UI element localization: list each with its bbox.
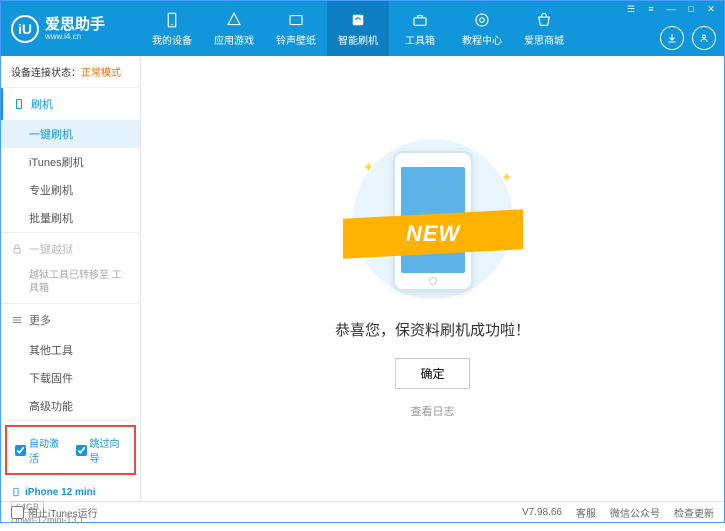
block-itunes-checkbox[interactable] xyxy=(11,506,24,519)
nav-tabs: 我的设备 应用游戏 铃声壁纸 智能刷机 工具箱 教程中心 爱思商城 xyxy=(141,1,575,56)
block-itunes-option[interactable]: 阻止iTunes运行 xyxy=(11,505,98,520)
tab-label: 我的设备 xyxy=(152,32,192,47)
status-label: 设备连接状态： xyxy=(11,68,81,79)
maximize-button[interactable]: □ xyxy=(684,3,698,15)
app-header: iU 爱思助手 www.i4.cn 我的设备 应用游戏 铃声壁纸 智能刷机 工具… xyxy=(1,1,724,56)
tutorial-icon xyxy=(473,11,491,29)
tab-label: 应用游戏 xyxy=(214,32,254,47)
logo-area: iU 爱思助手 www.i4.cn xyxy=(1,15,141,43)
view-log-link[interactable]: 查看日志 xyxy=(411,403,455,419)
flash-options: 自动激活 跳过向导 xyxy=(5,425,136,475)
app-url: www.i4.cn xyxy=(45,32,105,41)
user-icon xyxy=(698,32,710,44)
apps-icon xyxy=(225,11,243,29)
app-name: 爱思助手 xyxy=(45,17,105,32)
flash-icon xyxy=(349,11,367,29)
sidebar-item-itunes-flash[interactable]: iTunes刷机 xyxy=(1,148,140,176)
logo-icon: iU xyxy=(11,15,39,43)
ribbon-text: NEW xyxy=(405,221,459,247)
tab-tutorial[interactable]: 教程中心 xyxy=(451,1,513,56)
sidebar-section-more[interactable]: 更多 xyxy=(1,304,140,336)
tab-store[interactable]: 爱思商城 xyxy=(513,1,575,56)
sidebar: 设备连接状态：正常模式 刷机 一键刷机 iTunes刷机 专业刷机 批量刷机 一… xyxy=(1,56,141,501)
list-icon xyxy=(11,314,23,326)
section-title: 刷机 xyxy=(31,96,53,112)
user-button[interactable] xyxy=(692,26,716,50)
sidebar-item-oneclick-flash[interactable]: 一键刷机 xyxy=(1,120,140,148)
service-link[interactable]: 客服 xyxy=(576,505,596,520)
tab-toolbox[interactable]: 工具箱 xyxy=(389,1,451,56)
tab-label: 铃声壁纸 xyxy=(276,32,316,47)
tab-label: 工具箱 xyxy=(405,32,435,47)
phone-icon xyxy=(13,98,25,110)
confirm-button[interactable]: 确定 xyxy=(395,358,469,389)
block-itunes-label: 阻止iTunes运行 xyxy=(28,505,98,520)
tab-flash[interactable]: 智能刷机 xyxy=(327,1,389,56)
option-label: 自动激活 xyxy=(29,435,66,465)
sidebar-item-download-firmware[interactable]: 下载固件 xyxy=(1,364,140,392)
tab-ringtone[interactable]: 铃声壁纸 xyxy=(265,1,327,56)
connection-status: 设备连接状态：正常模式 xyxy=(1,56,140,88)
sidebar-item-batch-flash[interactable]: 批量刷机 xyxy=(1,204,140,232)
menu-button[interactable]: ≡ xyxy=(644,3,658,15)
skip-guide-checkbox[interactable] xyxy=(76,445,87,456)
device-icon xyxy=(163,11,181,29)
section-title: 更多 xyxy=(29,312,51,328)
success-message: 恭喜您，保资料刷机成功啦！ xyxy=(335,319,530,340)
sidebar-item-other-tools[interactable]: 其他工具 xyxy=(1,336,140,364)
success-illustration: ✦ ✦ ✦ NEW xyxy=(333,139,533,299)
skin-button[interactable]: ☰ xyxy=(624,3,638,15)
jailbreak-note: 越狱工具已转移至 工具箱 xyxy=(1,265,140,303)
tab-label: 教程中心 xyxy=(462,32,502,47)
device-name: iPhone 12 mini xyxy=(25,487,96,498)
main-content: ✦ ✦ ✦ NEW 恭喜您，保资料刷机成功啦！ 确定 查看日志 xyxy=(141,56,724,501)
download-button[interactable] xyxy=(660,26,684,50)
wechat-link[interactable]: 微信公众号 xyxy=(610,505,660,520)
device-small-icon xyxy=(11,485,21,499)
status-value: 正常模式 xyxy=(81,68,121,79)
device-name-row[interactable]: iPhone 12 mini xyxy=(11,485,130,499)
header-right-buttons xyxy=(660,26,716,50)
option-skip-guide[interactable]: 跳过向导 xyxy=(76,435,127,465)
window-controls: ☰ ≡ — □ ✕ xyxy=(624,3,718,15)
sidebar-section-flash[interactable]: 刷机 xyxy=(1,88,140,120)
store-icon xyxy=(535,11,553,29)
download-icon xyxy=(666,32,678,44)
section-title: 一键越狱 xyxy=(29,241,73,257)
update-link[interactable]: 检查更新 xyxy=(674,505,714,520)
tab-my-device[interactable]: 我的设备 xyxy=(141,1,203,56)
tab-label: 爱思商城 xyxy=(524,32,564,47)
auto-activate-checkbox[interactable] xyxy=(15,445,26,456)
sidebar-item-pro-flash[interactable]: 专业刷机 xyxy=(1,176,140,204)
option-label: 跳过向导 xyxy=(90,435,127,465)
close-button[interactable]: ✕ xyxy=(704,3,718,15)
option-auto-activate[interactable]: 自动激活 xyxy=(15,435,66,465)
sidebar-section-jailbreak: 一键越狱 xyxy=(1,233,140,265)
sidebar-item-advanced[interactable]: 高级功能 xyxy=(1,392,140,420)
minimize-button[interactable]: — xyxy=(664,3,678,15)
tab-apps[interactable]: 应用游戏 xyxy=(203,1,265,56)
version-label: V7.98.66 xyxy=(522,507,562,518)
tab-label: 智能刷机 xyxy=(338,32,378,47)
lock-icon xyxy=(11,243,23,255)
toolbox-icon xyxy=(411,11,429,29)
media-icon xyxy=(287,11,305,29)
